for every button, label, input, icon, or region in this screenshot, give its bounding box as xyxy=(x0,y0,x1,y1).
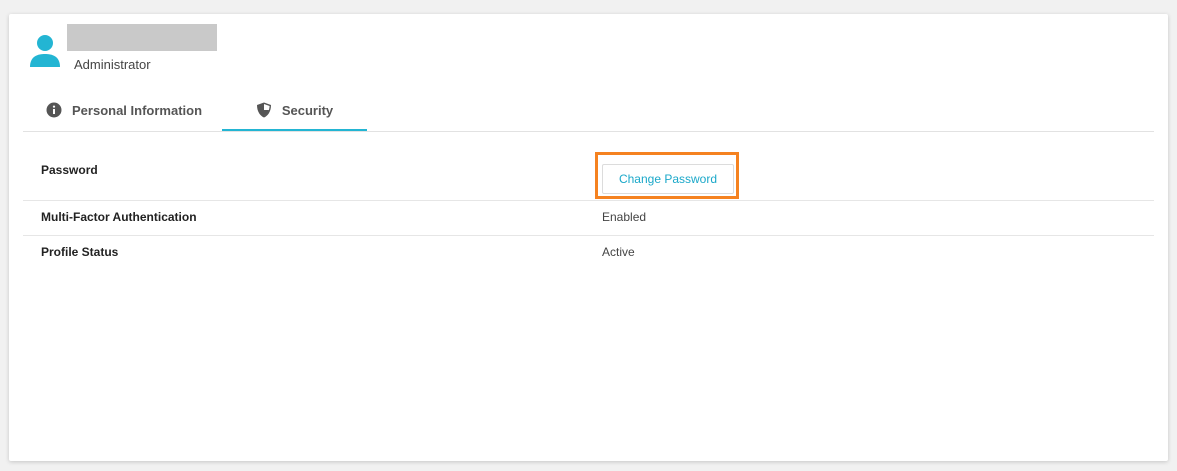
info-icon xyxy=(46,102,62,118)
profile-status-row: Profile Status Active xyxy=(23,236,1154,270)
redacted-user-name xyxy=(67,24,217,51)
profile-card: Administrator Personal Information Secur… xyxy=(9,14,1168,461)
tab-label: Security xyxy=(281,102,334,118)
user-role: Administrator xyxy=(74,57,151,72)
mfa-label: Multi-Factor Authentication xyxy=(41,210,197,224)
tab-security[interactable]: Security xyxy=(222,91,367,131)
security-details: Password Change Password Multi-Factor Au… xyxy=(23,136,1154,270)
mfa-value: Enabled xyxy=(602,210,647,224)
mfa-row: Multi-Factor Authentication Enabled xyxy=(23,201,1154,236)
tab-label: Personal Information xyxy=(72,102,203,118)
password-label: Password xyxy=(41,163,98,177)
profile-status-label: Profile Status xyxy=(41,245,119,259)
change-password-button[interactable]: Change Password xyxy=(602,164,734,194)
password-row: Password Change Password xyxy=(23,136,1154,201)
shield-icon xyxy=(256,102,271,118)
profile-status-value: Active xyxy=(602,245,635,259)
user-icon xyxy=(30,35,60,67)
tab-personal-information[interactable]: Personal Information xyxy=(46,91,202,129)
profile-tabs: Personal Information Security xyxy=(23,91,1154,132)
